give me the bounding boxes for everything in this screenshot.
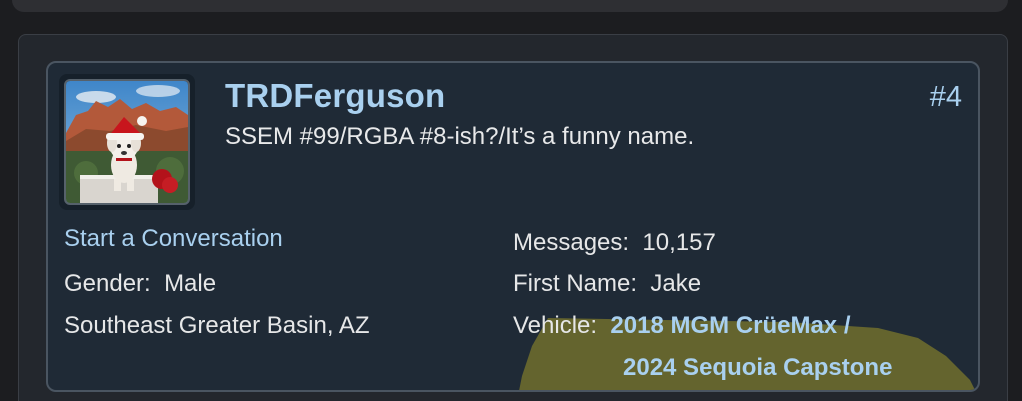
- avatar[interactable]: [64, 79, 190, 205]
- page: TRDFerguson #4 SSEM #99/RGBA #8-ish?/It’…: [0, 0, 1022, 401]
- messages-value: 10,157: [642, 229, 716, 256]
- user-title: SSEM #99/RGBA #8-ish?/It’s a funny name.: [225, 123, 695, 150]
- vehicle-row: Vehicle: 2018 MGM CrüeMax /: [513, 312, 851, 340]
- location-text: Southeast Greater Basin, AZ: [64, 312, 370, 339]
- gender-row: Gender: Male: [64, 270, 216, 298]
- first-name-row: First Name: Jake: [513, 270, 701, 298]
- gender-label: Gender:: [64, 270, 151, 297]
- member-tooltip-card: TRDFerguson #4 SSEM #99/RGBA #8-ish?/It’…: [46, 61, 980, 392]
- messages-label: Messages:: [513, 229, 630, 256]
- vehicle-value-line1: 2018 MGM CrüeMax /: [610, 312, 851, 339]
- first-name-label: First Name:: [513, 270, 638, 297]
- gender-value: Male: [164, 270, 217, 297]
- vehicle-value-line2: 2024 Sequoia Capstone: [623, 354, 893, 381]
- avatar-frame[interactable]: [59, 74, 195, 210]
- start-conversation-link[interactable]: Start a Conversation: [64, 225, 283, 253]
- username-link[interactable]: TRDFerguson: [225, 77, 445, 115]
- first-name-value: Jake: [650, 270, 702, 297]
- dog-in-santa-hat-avatar-icon: [66, 81, 188, 203]
- post-number-link[interactable]: #4: [930, 81, 962, 114]
- vehicle-label: Vehicle:: [513, 312, 598, 339]
- messages-row: Messages: 10,157: [513, 229, 716, 257]
- previous-post-edge: [12, 0, 1008, 12]
